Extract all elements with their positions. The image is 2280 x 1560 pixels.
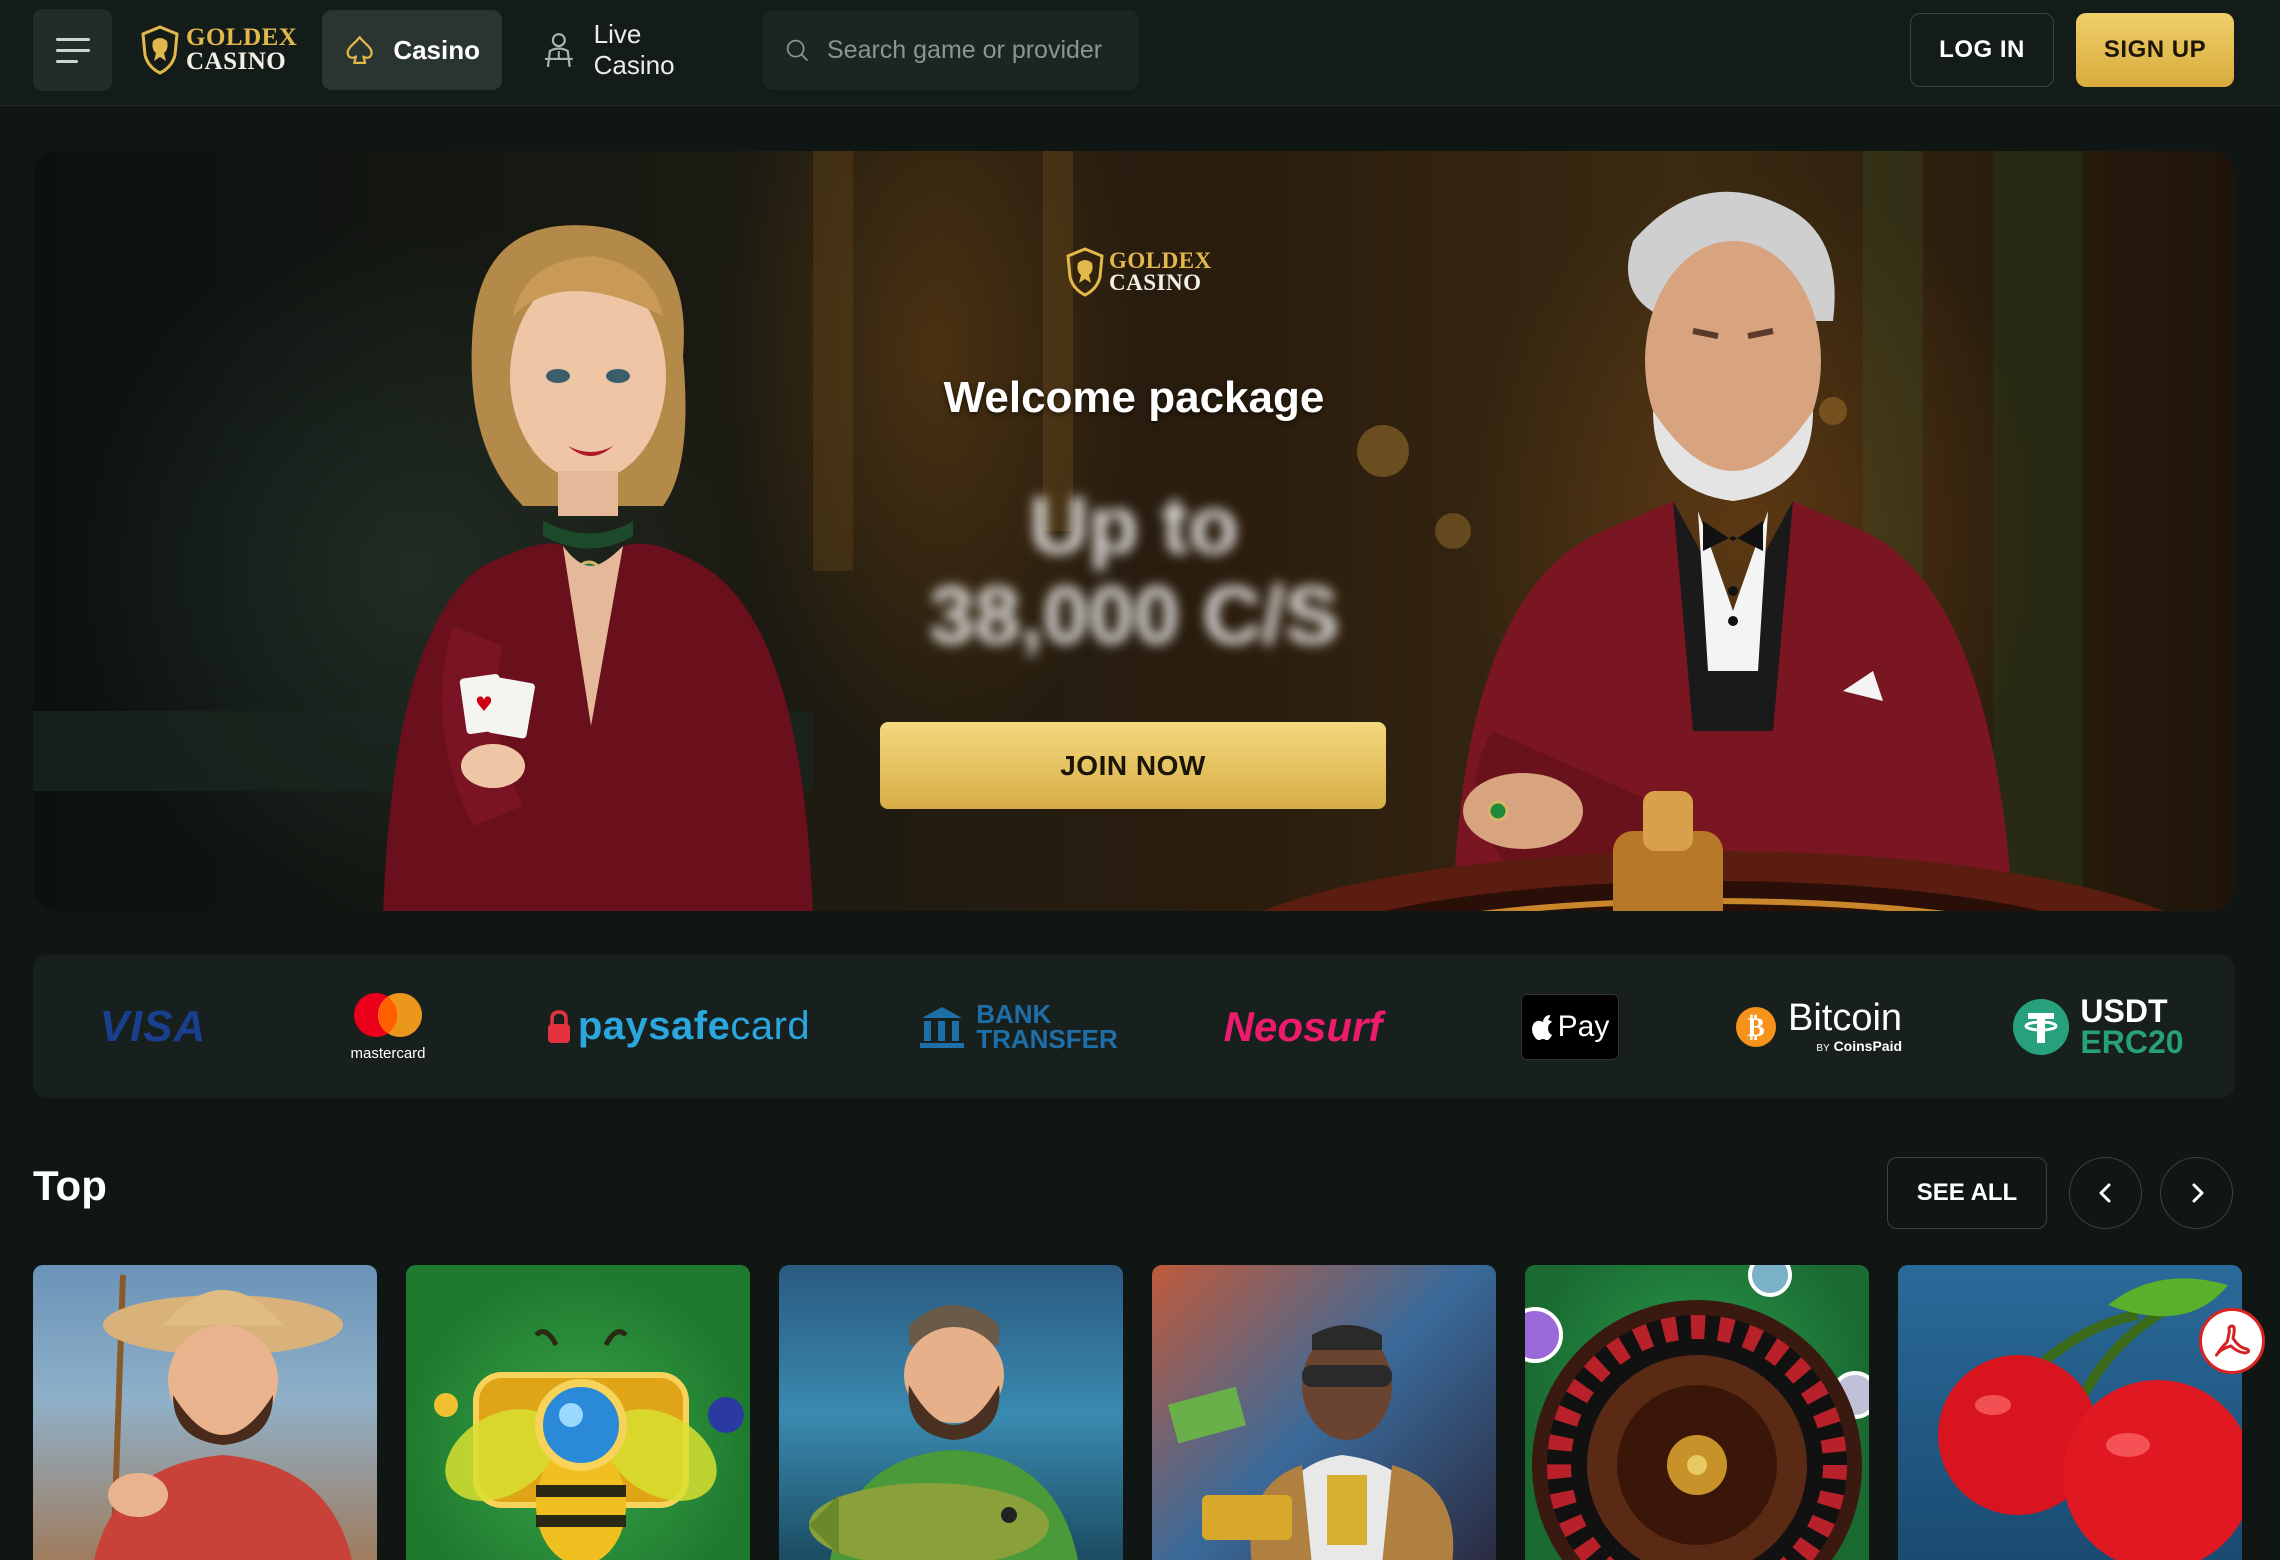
fisherman-fish-art	[809, 1305, 1078, 1560]
carousel-prev-button[interactable]	[2069, 1157, 2142, 1229]
bitcoin-icon: ₿	[1735, 1006, 1776, 1047]
game-tile-roulette[interactable]	[1525, 1265, 1869, 1560]
lion-shield-icon	[1066, 247, 1104, 297]
game-tile-fisherman-fish[interactable]	[779, 1265, 1123, 1560]
logo-text-casino: CASINO	[186, 48, 287, 75]
lion-shield-icon	[141, 25, 179, 75]
roulette-art	[1525, 1265, 1869, 1560]
nav-live-casino-label: Live Casino	[593, 19, 675, 80]
svg-text:♥: ♥	[475, 692, 493, 716]
apple-pay-label: Pay	[1557, 1009, 1610, 1043]
site-logo[interactable]: GOLDEX CASINO	[140, 22, 297, 78]
by-label: BY	[1816, 1043, 1830, 1054]
payment-bank-transfer: BANK TRANSFER	[898, 955, 1138, 1098]
signup-button[interactable]: SIGN UP	[2076, 13, 2234, 87]
bitcoin-text: Bitcoin BY CoinsPaid	[1788, 999, 1902, 1054]
chevron-right-icon	[2192, 1183, 2203, 1203]
bank-transfer-text: BANK TRANSFER	[976, 998, 1118, 1054]
lock-icon	[547, 1009, 570, 1043]
mastercard-label: mastercard	[350, 1045, 426, 1062]
payment-mastercard: mastercard	[313, 955, 463, 1098]
payment-paysafecard: paysafecard	[528, 955, 828, 1098]
svg-text:₿: ₿	[1747, 1013, 1764, 1043]
pdf-icon[interactable]	[2199, 1308, 2265, 1374]
usdt-text: USDT ERC20	[2080, 993, 2184, 1060]
section-title-top: Top	[33, 1162, 107, 1209]
payment-visa: VISA	[83, 955, 223, 1098]
hero-amount-line2: 38,000 C/S	[928, 570, 1340, 662]
paysafe-part: paysafe	[577, 1004, 731, 1048]
fisherman-cowboy-art	[94, 1274, 352, 1560]
apple-icon	[1531, 1014, 1552, 1040]
hero-bonus-amount: Up to 38,000 C/S	[33, 480, 2235, 662]
dealer-icon	[544, 33, 573, 67]
visa-logo-text: VISA	[99, 1001, 207, 1051]
spade-icon	[346, 36, 373, 64]
hero-banner: ♥ GOLDEX CASINO Welcome package Up to 38…	[33, 151, 2235, 911]
nav-tab-casino[interactable]: Casino	[322, 10, 502, 90]
game-tile-golden-bee[interactable]	[406, 1265, 750, 1560]
cherries-art	[1938, 1278, 2242, 1560]
search-icon	[786, 39, 808, 61]
payment-bitcoin: ₿ Bitcoin BY CoinsPaid	[1698, 955, 1938, 1098]
game-tile-cherries[interactable]	[1898, 1265, 2242, 1560]
payment-neosurf: Neosurf	[1203, 955, 1403, 1098]
hero-title: Welcome package	[943, 373, 1325, 422]
nav-casino-label: Casino	[393, 34, 480, 65]
join-now-button[interactable]: JOIN NOW	[880, 722, 1386, 809]
carousel-next-button[interactable]	[2160, 1157, 2233, 1229]
golden-bee-art	[434, 1329, 744, 1560]
bank-label: BANK	[976, 998, 1052, 1029]
logo-text-goldex: GOLDEX	[186, 24, 298, 52]
apple-pay-badge: Pay	[1521, 993, 1619, 1060]
erc20-label: ERC20	[2080, 1023, 2184, 1060]
payment-methods-strip: VISA mastercard paysafecard BANK TRANSFE…	[33, 955, 2235, 1098]
transfer-label: TRANSFER	[976, 1023, 1118, 1054]
neosurf-logo-text: Neosurf	[1223, 1002, 1383, 1050]
payment-apple-pay: Pay	[1495, 955, 1645, 1098]
login-button[interactable]: LOG IN	[1910, 13, 2054, 87]
game-tile-fisherman-cowboy[interactable]	[33, 1265, 377, 1560]
acrobat-icon	[2215, 1324, 2251, 1357]
hero-logo-goldex: GOLDEX	[1109, 248, 1212, 274]
chevron-left-icon	[2099, 1183, 2110, 1203]
paysafecard-text: paysafecard	[578, 1004, 810, 1049]
card-part: card	[730, 1004, 811, 1048]
see-all-button[interactable]: SEE ALL	[1887, 1157, 2047, 1229]
nav-tab-live-casino[interactable]: Live Casino	[520, 10, 750, 90]
hero-logo: GOLDEX CASINO	[1065, 247, 1212, 297]
bitcoin-label: Bitcoin	[1787, 997, 1903, 1039]
top-header: GOLDEX CASINO Casino Live Casino LOG IN …	[0, 0, 2280, 106]
mastercard-icon	[354, 993, 422, 1037]
menu-icon[interactable]	[33, 9, 112, 91]
bank-icon	[920, 1006, 965, 1048]
payment-usdt: USDT ERC20	[1988, 955, 2208, 1098]
coinspaid-line: BY CoinsPaid	[1816, 1039, 1902, 1054]
tether-icon	[2013, 998, 2070, 1055]
usdt-label: USDT	[2080, 993, 2168, 1030]
coinspaid-label: CoinsPaid	[1833, 1038, 1903, 1054]
hero-logo-casino: CASINO	[1109, 270, 1202, 295]
search-bar[interactable]	[763, 10, 1139, 90]
search-input[interactable]	[827, 35, 1117, 65]
hero-amount-line1: Up to	[1029, 480, 1239, 571]
game-tile-snoop-dogg[interactable]	[1152, 1265, 1496, 1560]
snoop-dogg-art	[1168, 1325, 1454, 1560]
